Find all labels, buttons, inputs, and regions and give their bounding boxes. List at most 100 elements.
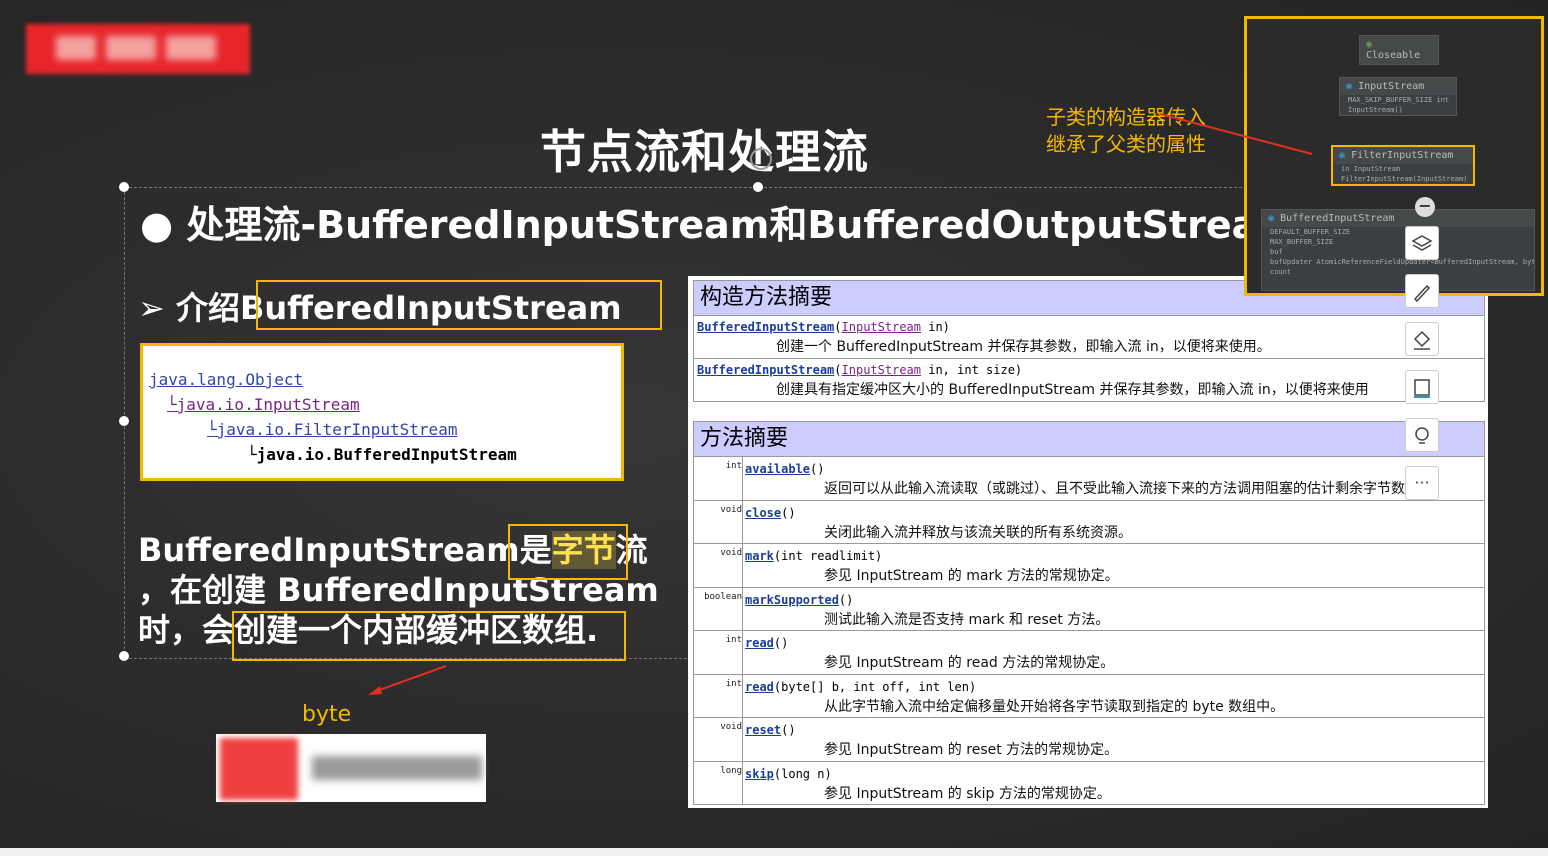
method-return-type: void (720, 548, 742, 558)
method-desc: 参见 InputStream 的 read 方法的常规协定。 (824, 655, 1115, 671)
method-desc: 参见 InputStream 的 reset 方法的常规协定。 (824, 742, 1119, 758)
method-link[interactable]: markSupported (745, 593, 839, 607)
method-return-type: long (720, 765, 742, 776)
border-icon[interactable] (1405, 370, 1439, 404)
byte-label: byte (302, 702, 352, 727)
resize-handle-top[interactable] (753, 182, 763, 192)
uml-field: DEFAULT_BUFFER_SIZE (1270, 228, 1351, 236)
constructor-link[interactable]: BufferedInputStream (697, 320, 834, 334)
method-row: int read() 参见 InputStream 的 read 方法的常规协定。 (693, 631, 1485, 675)
class-hierarchy: java.lang.Object └java.io.InputStream └j… (140, 343, 624, 481)
method-desc: 关闭此输入流并释放与该流关联的所有系统资源。 (824, 524, 1132, 541)
constructor-row: BufferedInputStream(InputStream in, int … (693, 359, 1485, 402)
hier-bufferedinputstream: └java.io.BufferedInputStream (247, 445, 517, 464)
method-link[interactable]: available (745, 462, 810, 476)
collapse-icon[interactable]: − (1415, 197, 1435, 217)
interface-icon: ◉ (1366, 39, 1373, 50)
method-desc: 从此字节输入流中给定偏移量处开始将各字节读取到指定的 byte 数组中。 (824, 698, 1285, 715)
uml-filter-label: FilterInputStream (1351, 150, 1454, 161)
method-params: () (838, 592, 854, 607)
highlight-box-intro (256, 280, 662, 330)
param-type-link[interactable]: InputStream (842, 320, 921, 334)
constructor-params: in) (921, 320, 950, 334)
blurred-logo (26, 24, 250, 74)
uml-buffered-label: BufferedInputStream (1280, 213, 1395, 224)
method-row: boolean markSupported() 测试此输入流是否支持 mark 和 … (693, 587, 1485, 631)
class-icon: ◉ (1339, 150, 1346, 161)
constructor-desc: 创建具有指定缓冲区大小的 BufferedInputStream 并保存其参数，… (776, 382, 1369, 398)
more-options-icon[interactable]: ··· (1405, 466, 1439, 500)
method-params: () (781, 723, 796, 737)
method-return-type: void (720, 722, 742, 732)
method-link[interactable]: reset (745, 723, 781, 737)
method-params: () (781, 505, 796, 520)
resize-handle-tl[interactable] (119, 182, 129, 192)
uml-inputstream: ◉ InputStream MAX_SKIP_BUFFER_SIZE int I… (1339, 77, 1457, 116)
para-line-3-a: 时，会 (138, 611, 235, 649)
method-return-type: int (725, 678, 742, 689)
method-link[interactable]: skip (745, 767, 774, 781)
method-desc: 参见 InputStream 的 skip 方法的常规协定。 (824, 785, 1111, 802)
constructor-link[interactable]: BufferedInputStream (697, 363, 834, 377)
uml-method: FilterInputStream(InputStream) (1341, 175, 1468, 183)
uml-bufferedinputstream: ◉ BufferedInputStream DEFAULT_BUFFER_SIZ… (1261, 209, 1535, 291)
hier-inputstream[interactable]: └java.io.InputStream (167, 395, 360, 414)
method-row: void mark(int readlimit) 参见 InputStream 的 … (693, 544, 1485, 588)
method-row: int available() 返回可以从此输入流读取（或跳过）、且不受此输入流接下… (693, 457, 1485, 501)
uml-field: buf (1270, 248, 1283, 256)
method-desc: 返回可以从此输入流读取（或跳过）、且不受此输入流接下来的方法调用阻塞的估计剩余字… (824, 481, 1419, 497)
constructor-desc: 创建一个 BufferedInputStream 并保存其参数，即输入流 in，… (776, 339, 1271, 355)
uml-closeable-label: Closeable (1366, 50, 1421, 61)
method-return-type: int (725, 635, 742, 645)
method-row: int read(byte[] b, int off, int len) 从此字节输… (693, 674, 1485, 718)
method-params: (long n) (773, 766, 832, 781)
constructor-params: in, int size) (921, 363, 1023, 377)
hier-filterinputstream[interactable]: └java.io.FilterInputStream (207, 420, 457, 439)
intro-prefix: ➢ 介绍 (138, 289, 240, 327)
method-params: (int readlimit) (773, 549, 883, 563)
class-icon: ◉ (1346, 81, 1353, 92)
slide-canvas: 节点流和处理流 ● 处理流-BufferedInputStream和Buffer… (0, 0, 1548, 848)
constructor-row: BufferedInputStream(InputStream in) 创建一个… (693, 316, 1485, 359)
method-link[interactable]: read (745, 680, 774, 694)
method-link[interactable]: mark (745, 549, 774, 563)
para-line-1-a: BufferedInputStream是 (138, 531, 552, 569)
method-summary-header: 方法摘要 (693, 421, 1485, 457)
layers-icon[interactable] (1405, 226, 1439, 260)
annotation-arrow-icon (1159, 113, 1313, 155)
lightbulb-icon[interactable] (1405, 418, 1439, 452)
resize-handle-bl[interactable] (119, 651, 129, 661)
method-link[interactable]: read (745, 636, 774, 650)
method-desc: 测试此输入流是否支持 mark 和 reset 方法。 (824, 611, 1110, 628)
class-icon: ◉ (1268, 213, 1275, 224)
method-params: () (773, 636, 789, 650)
method-return-type: boolean (704, 591, 742, 602)
method-link[interactable]: close (745, 506, 781, 520)
slide-title: 节点流和处理流 (540, 125, 869, 179)
rotate-handle-icon[interactable] (750, 148, 772, 170)
uml-field: MAX_SKIP_BUFFER_SIZE int (1348, 96, 1450, 104)
method-params: () (810, 462, 825, 476)
uml-closeable: ◉ Closeable (1359, 35, 1439, 65)
uml-field: count (1270, 268, 1292, 276)
method-row: long skip(long n) 参见 InputStream 的 skip 方法… (693, 761, 1485, 805)
method-row: void reset() 参见 InputStream 的 reset 方法的常规协… (693, 718, 1485, 762)
blurred-footer-logo (216, 734, 486, 802)
method-return-type: int (725, 461, 742, 471)
highlight-box-buffer (232, 611, 626, 661)
uml-method: InputStream() (1348, 106, 1403, 114)
highlight-box-bytestream (508, 524, 628, 580)
fill-bucket-icon[interactable] (1405, 322, 1439, 356)
pen-icon[interactable] (1405, 274, 1439, 308)
uml-field: bufUpdater AtomicReferenceFieldUpdater<B… (1270, 258, 1535, 266)
uml-filterinputstream: ◉ FilterInputStream in InputStream Filte… (1331, 145, 1475, 186)
api-doc-panel: 构造方法摘要 BufferedInputStream(InputStream i… (688, 276, 1488, 808)
param-type-link[interactable]: InputStream (842, 363, 921, 377)
red-arrow-icon (368, 665, 447, 695)
method-return-type: void (720, 504, 742, 515)
resize-handle-left[interactable] (119, 416, 129, 426)
bullet-heading: ● 处理流-BufferedInputStream和BufferedOutput… (140, 203, 1297, 247)
hier-object[interactable]: java.lang.Object (149, 370, 303, 389)
uml-field: MAX_BUFFER_SIZE (1270, 238, 1334, 246)
uml-field: in InputStream (1341, 165, 1401, 173)
